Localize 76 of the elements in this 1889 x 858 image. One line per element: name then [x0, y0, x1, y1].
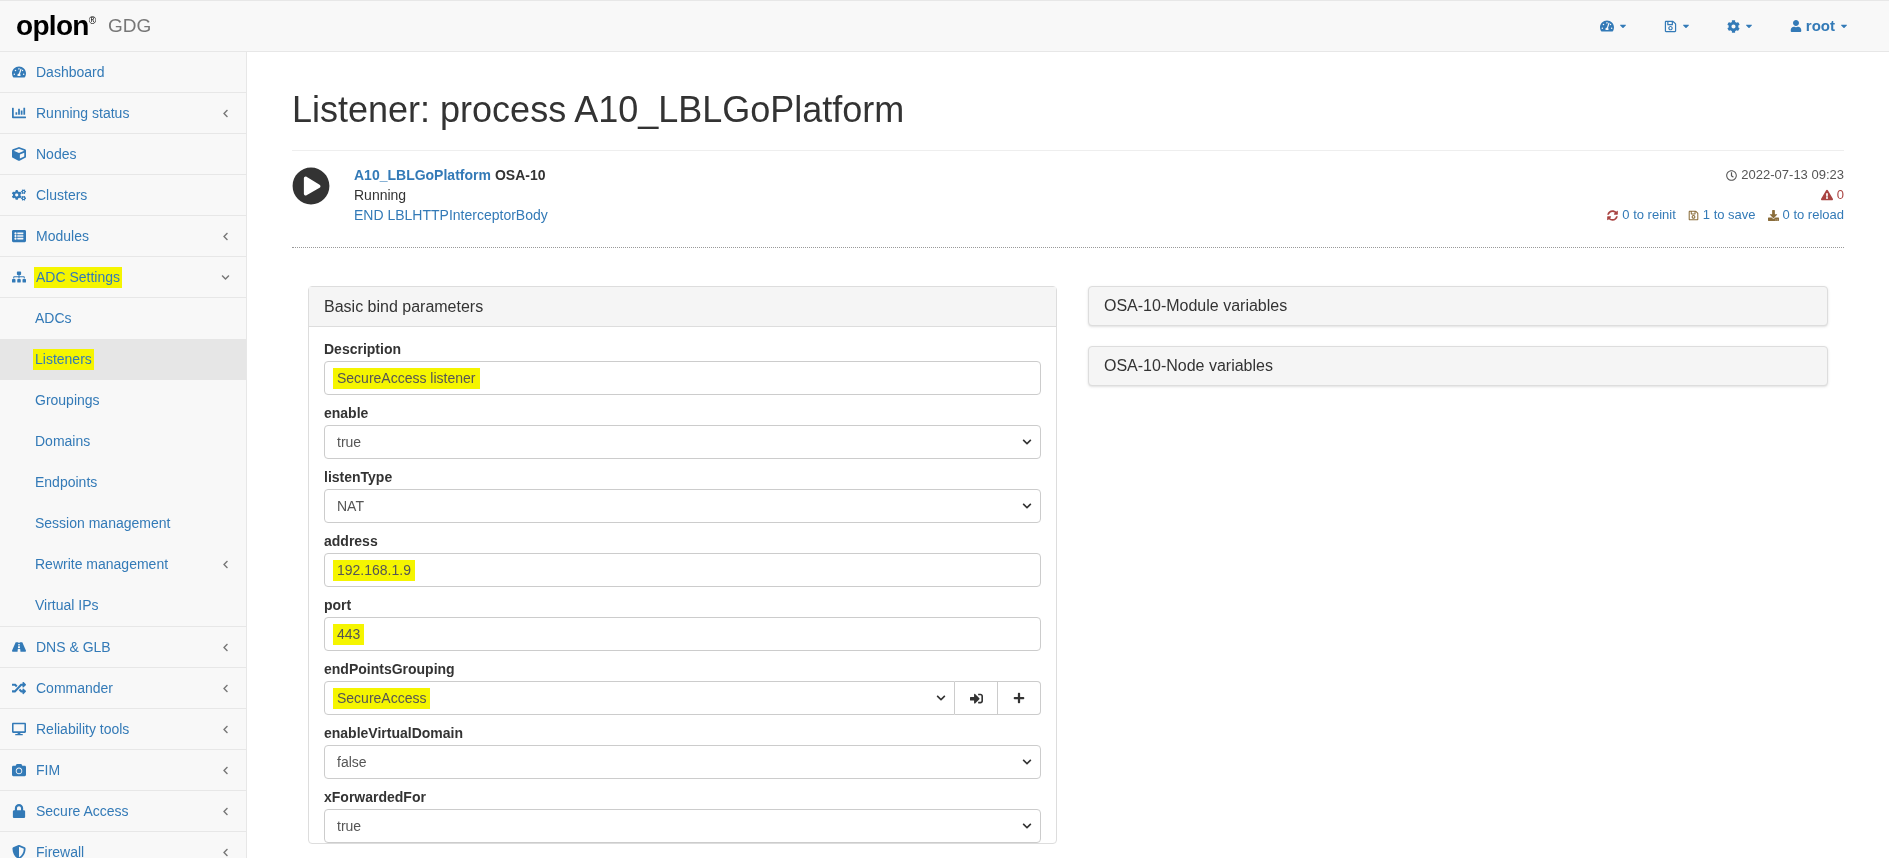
- save-link[interactable]: 1 to save: [1687, 205, 1756, 225]
- process-status: Running: [354, 186, 407, 205]
- add-button[interactable]: [998, 681, 1041, 715]
- chevron-icon: [936, 693, 946, 703]
- plus-icon: [1013, 692, 1025, 704]
- chevron-icon: [1022, 501, 1032, 511]
- product-name: GDG: [108, 13, 152, 38]
- menu-label: Nodes: [35, 144, 78, 164]
- menu-label: Commander: [35, 678, 115, 698]
- collapsed-panel[interactable]: OSA-10-Node variables: [1088, 346, 1828, 386]
- menu-label: Running status: [35, 103, 131, 123]
- field-label: Description: [324, 341, 401, 357]
- select-field[interactable]: true: [324, 425, 1041, 459]
- menu-label: ADCs: [34, 309, 73, 328]
- sign-in-icon: [969, 691, 983, 705]
- node-name: OSA-10: [494, 166, 546, 185]
- save-icon: [1687, 209, 1699, 221]
- menu-label: Firewall: [35, 842, 86, 858]
- field-label: listenType: [324, 469, 393, 485]
- panel-heading: Basic bind parameters: [309, 287, 1056, 327]
- settings-menu[interactable]: [1726, 19, 1754, 33]
- menu-label: Rewrite management: [34, 555, 170, 574]
- select-field[interactable]: NAT: [324, 489, 1041, 523]
- reload-link[interactable]: 0 to reload: [1767, 205, 1844, 225]
- registered-mark: ®: [88, 14, 97, 26]
- menu-label: DNS & GLB: [35, 637, 112, 657]
- page-title: Listener: process A10_LBLGoPlatform: [292, 88, 1844, 151]
- menu-label: Dashboard: [35, 62, 106, 82]
- sidebar-item[interactable]: Listeners: [0, 339, 246, 380]
- save-icon: [1663, 19, 1677, 33]
- select-field[interactable]: true: [324, 809, 1041, 843]
- field-label: endPointsGrouping: [324, 661, 455, 677]
- field-label: port: [324, 597, 352, 613]
- process-detail: END LBLHTTPInterceptorBody: [354, 206, 548, 225]
- chevron-icon: [1022, 757, 1032, 767]
- menu-label: Secure Access: [35, 801, 130, 821]
- warning-icon: [1820, 189, 1833, 201]
- user-menu[interactable]: root: [1789, 14, 1849, 38]
- field-label: xForwardedFor: [324, 789, 426, 805]
- dashboard-menu[interactable]: [1599, 19, 1628, 33]
- refresh-icon: [1607, 209, 1619, 221]
- process-link[interactable]: A10_LBLGoPlatform: [354, 165, 491, 185]
- save-menu[interactable]: [1663, 19, 1691, 33]
- input-field[interactable]: SecureAccess listener: [324, 361, 1041, 395]
- menu-label: Session management: [34, 514, 172, 533]
- menu-label: ADC Settings: [34, 266, 123, 288]
- select-field[interactable]: false: [324, 745, 1041, 779]
- menu-label: FIM: [35, 760, 62, 780]
- chevron-icon: [1022, 821, 1032, 831]
- input-field[interactable]: 443: [324, 617, 1041, 651]
- timestamp: 2022-07-13 09:23: [1741, 166, 1844, 184]
- assign-button[interactable]: [955, 681, 998, 715]
- select-field[interactable]: SecureAccess: [324, 681, 955, 715]
- brand-logo[interactable]: oplon: [16, 12, 89, 40]
- warning-count: 0: [1836, 186, 1844, 204]
- menu-label: Listeners: [33, 349, 94, 370]
- user-icon: [1789, 20, 1802, 32]
- dashboard-icon: [1599, 19, 1614, 33]
- collapsed-panel[interactable]: OSA-10-Module variables: [1088, 286, 1828, 326]
- menu-label: Domains: [34, 432, 92, 451]
- menu-label: Modules: [35, 226, 90, 246]
- download-icon: [1767, 209, 1779, 221]
- menu-label: Reliability tools: [35, 719, 131, 739]
- chevron-icon: [1022, 437, 1032, 447]
- field-label: address: [324, 533, 378, 549]
- clock-icon: [1726, 169, 1738, 181]
- field-label: enableVirtualDomain: [324, 725, 463, 741]
- settings-icon: [1726, 19, 1740, 33]
- menu-label: Virtual IPs: [34, 596, 100, 615]
- menu-label: Groupings: [34, 391, 101, 410]
- field-label: enable: [324, 405, 369, 421]
- menu-label: Clusters: [35, 185, 89, 205]
- play-icon: [292, 167, 330, 205]
- menu-label: Endpoints: [34, 473, 99, 492]
- reinit-link[interactable]: 0 to reinit: [1607, 205, 1676, 225]
- input-field[interactable]: 192.168.1.9: [324, 553, 1041, 587]
